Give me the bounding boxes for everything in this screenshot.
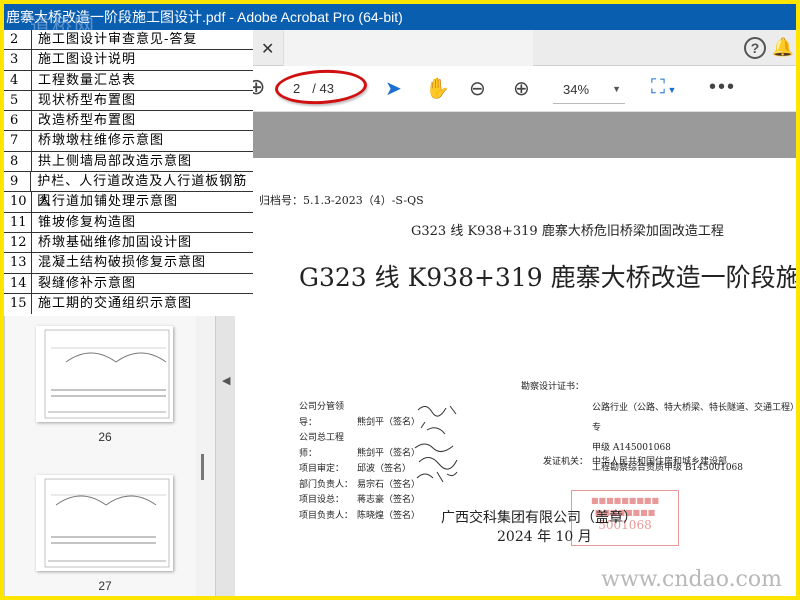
more-options-icon[interactable]: ••• <box>709 76 736 99</box>
document-subtitle: G323 线 K938+319 鹿寨大桥危旧桥梁加固改造工程 <box>411 224 724 239</box>
pdf-page: 归档号：5.1.3-2023（4）-S-QS G323 线 K938+319 鹿… <box>253 158 796 596</box>
notification-bell-icon[interactable]: 🔔 <box>772 37 794 58</box>
panel-collapse-handle[interactable]: ◀ <box>215 316 235 596</box>
thumbnail-page-number: 27 <box>98 579 112 593</box>
toolbar: ⊕ 2/ 43 ➤ ✋ ⊖ ⊕ 34% ▼ ⛶ ▼ ••• <box>247 66 796 112</box>
signer: 公司分管领导： 熊剑平（签名） <box>299 402 421 428</box>
document-date: 2024 年 10 月 <box>497 529 592 545</box>
tab-area <box>283 30 533 66</box>
toc-row: 7 桥墩墩柱维修示意图 <box>4 131 253 152</box>
bridge-drawing-icon <box>44 329 170 419</box>
cert-item: 公路行业（公路、特大桥梁、特长隧道、交通工程）专 <box>592 403 795 433</box>
signer-list: 公司分管领导： 熊剑平（签名） 公司总工程师： 熊剑平（签名） 项目审定： 邱波（签名… <box>299 400 420 524</box>
help-icon[interactable]: ? <box>744 37 766 59</box>
toc-row: 15 施工期的交通组织示意图 <box>4 293 253 315</box>
thumbnail-list[interactable]: 26 27 <box>4 316 204 596</box>
zoom-in-icon[interactable]: ⊕ <box>513 76 530 101</box>
toc-row: 2 施工图设计审查意见-答复 <box>4 30 253 51</box>
toc-row: 6 改造桥型布置图 <box>4 111 253 132</box>
toc-row: 14 裂缝修补示意图 <box>4 273 253 294</box>
chevron-down-icon: ▼ <box>612 84 621 94</box>
table-of-contents-overlay: 2 施工图设计审查意见-答复 3 施工图设计说明 4 工程数量汇总表 5 现状桥型布置图… <box>4 30 253 315</box>
fit-page-icon[interactable]: ⛶ ▼ <box>651 76 676 99</box>
signer: 项目设总： 蒋志豪（签名） <box>299 495 421 505</box>
toc-row: 12 桥墩基础维修加固设计图 <box>4 232 253 254</box>
signer: 项目负责人： 陈晓煌（签名） <box>299 510 421 521</box>
hand-tool-icon[interactable]: ✋ <box>425 76 450 101</box>
thumbnail-page-number: 26 <box>98 430 112 444</box>
company-name: 广西交科集团有限公司（盖章） <box>441 510 637 526</box>
issuer-label: 发证机关： <box>543 457 589 467</box>
page-thumbnail[interactable] <box>36 475 173 571</box>
toc-row: 9 护栏、人行道改造及人行道板钢筋图 <box>4 172 253 209</box>
title-bar: 鹿寨大桥改造一阶段施工图设计.pdf - Adobe Acrobat Pro (… <box>4 4 796 30</box>
page-thumbnail[interactable] <box>36 326 173 422</box>
close-tab-icon[interactable]: ✕ <box>261 39 274 59</box>
toc-row: 3 施工图设计说明 <box>4 50 253 71</box>
toc-row: 4 工程数量汇总表 <box>4 70 253 91</box>
toc-row: 13 混凝土结构破损修复示意图 <box>4 253 253 274</box>
page-thumbnails-panel: 26 27 ◀ <box>4 316 235 596</box>
total-pages: / 43 <box>312 81 334 96</box>
cert-heading: 勘察设计证书： <box>521 382 585 392</box>
handwritten-signatures <box>414 405 458 483</box>
watermark-url: www.cndao.com <box>601 567 782 592</box>
toc-row: 11 锥坡修复构造图 <box>4 212 253 233</box>
issuer: 中华人民共和国住房和城乡建设部 <box>592 457 728 467</box>
zoom-out-icon[interactable]: ⊖ <box>469 76 486 101</box>
toc-row: 5 现状桥型布置图 <box>4 90 253 112</box>
signer: 公司总工程师： 熊剑平（签名） <box>299 433 421 459</box>
acrobat-window: 鹿寨大桥改造一阶段施工图设计.pdf - Adobe Acrobat Pro (… <box>4 4 796 596</box>
signer: 部门负责人： 易宗石（签名） <box>299 479 421 490</box>
scrollbar-thumb[interactable] <box>201 454 204 480</box>
document-title: G323 线 K938+319 鹿寨大桥改造一阶段施工图设计 <box>299 263 796 292</box>
document-background <box>253 112 796 158</box>
bridge-drawing-icon <box>44 478 170 568</box>
signer: 项目审定： 邱波（签名） <box>299 464 412 474</box>
toc-row: 8 拱上侧墙局部改造示意图 <box>4 151 253 173</box>
tab-bar: ✕ ? 🔔 <box>253 30 796 66</box>
toc-row: 10 人行道加铺处理示意图 <box>4 192 253 213</box>
zoom-value: 34% <box>563 82 590 97</box>
current-page[interactable]: 2 <box>293 81 300 96</box>
page-number-field[interactable]: 2 / 43 <box>293 81 346 96</box>
collapse-arrow-icon[interactable]: ◀ <box>222 374 230 387</box>
select-tool-icon[interactable]: ➤ <box>385 76 402 101</box>
zoom-select[interactable]: 34% ▼ <box>553 78 625 104</box>
archive-number: 归档号：5.1.3-2023（4）-S-QS <box>259 194 424 207</box>
